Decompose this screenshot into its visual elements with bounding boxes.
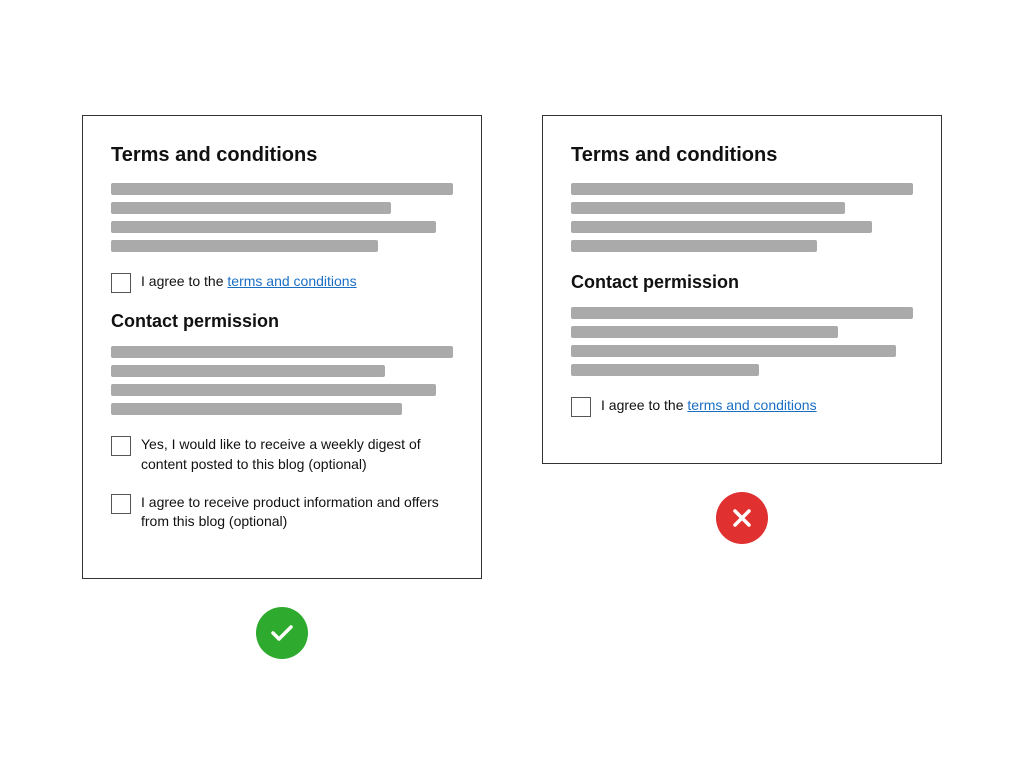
left-terms-link[interactable]: terms and conditions (227, 273, 356, 289)
text-line (571, 240, 817, 252)
right-contact-text-lines (571, 307, 913, 376)
text-line (571, 221, 872, 233)
right-contact-title: Contact permission (571, 272, 913, 293)
left-wrapper: Terms and conditions I agree to the term… (82, 115, 482, 658)
text-line (571, 307, 913, 319)
right-terms-text-lines (571, 183, 913, 252)
cross-icon (728, 504, 756, 532)
text-line (111, 183, 453, 195)
green-check-badge (256, 607, 308, 659)
text-line (571, 364, 759, 376)
left-card: Terms and conditions I agree to the term… (82, 115, 482, 578)
right-terms-checkbox-row: I agree to the terms and conditions (571, 396, 913, 417)
right-card: Terms and conditions Contact permission … (542, 115, 942, 464)
left-terms-checkbox-label: I agree to the terms and conditions (141, 272, 357, 292)
checkmark-icon (268, 619, 296, 647)
text-line (571, 345, 896, 357)
text-line (111, 403, 402, 415)
left-contact-title: Contact permission (111, 311, 453, 332)
text-line (111, 365, 385, 377)
left-contact-checkbox-1[interactable] (111, 436, 131, 456)
right-terms-title: Terms and conditions (571, 144, 913, 167)
left-contact-checkbox-2[interactable] (111, 494, 131, 514)
text-line (111, 202, 391, 214)
text-line (111, 221, 436, 233)
right-terms-checkbox[interactable] (571, 397, 591, 417)
text-line (571, 202, 845, 214)
right-terms-link[interactable]: terms and conditions (687, 397, 816, 413)
text-line (111, 240, 378, 252)
red-cross-badge (716, 492, 768, 544)
left-contact-checkbox-row-1: Yes, I would like to receive a weekly di… (111, 435, 453, 474)
right-wrapper: Terms and conditions Contact permission … (542, 115, 942, 544)
left-contact-text-lines (111, 346, 453, 415)
left-terms-checkbox[interactable] (111, 273, 131, 293)
text-line (111, 384, 436, 396)
text-line (571, 183, 913, 195)
text-line (111, 346, 453, 358)
left-terms-title: Terms and conditions (111, 144, 453, 167)
left-contact-checkbox-label-1: Yes, I would like to receive a weekly di… (141, 435, 453, 474)
left-terms-checkbox-row: I agree to the terms and conditions (111, 272, 453, 293)
left-terms-text-lines (111, 183, 453, 252)
main-container: Terms and conditions I agree to the term… (62, 95, 962, 678)
left-contact-checkbox-label-2: I agree to receive product information a… (141, 493, 453, 532)
text-line (571, 326, 838, 338)
right-terms-checkbox-label: I agree to the terms and conditions (601, 396, 817, 416)
left-contact-checkbox-row-2: I agree to receive product information a… (111, 493, 453, 532)
